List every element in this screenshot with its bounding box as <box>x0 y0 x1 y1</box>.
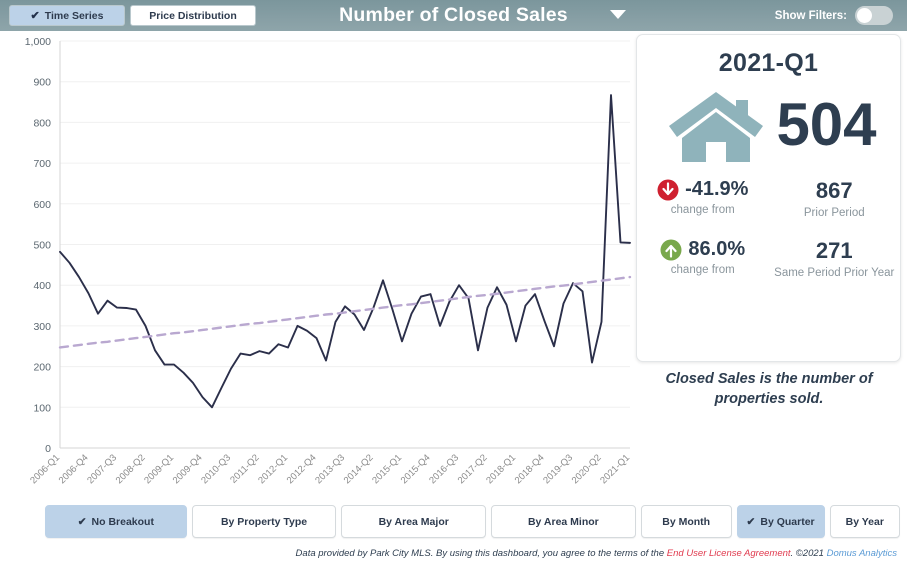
domus-analytics-link[interactable]: Domus Analytics <box>827 548 897 559</box>
tab-time-series-label: Time Series <box>44 9 104 22</box>
tab-price-distribution[interactable]: Price Distribution <box>130 5 256 26</box>
stat-prior-period: 867 Prior Period <box>769 178 901 220</box>
y-axis-tick: 500 <box>33 240 51 252</box>
x-axis-tick: 2012-Q1 <box>256 452 290 486</box>
toggle-knob <box>857 8 872 23</box>
x-axis-tick: 2006-Q1 <box>28 452 62 486</box>
x-axis-tick: 2010-Q3 <box>199 452 233 486</box>
check-icon: ✔ <box>746 515 756 528</box>
breakout-by-property-type-label: By Property Type <box>220 515 308 528</box>
y-axis-tick: 800 <box>33 117 51 129</box>
x-axis-tick: 2008-Q2 <box>114 452 148 486</box>
stat-change-prior-period: -41.9% change from <box>637 178 769 220</box>
metric-description: Closed Sales is the number of properties… <box>665 371 873 407</box>
y-axis-tick: 0 <box>45 443 51 455</box>
breakout-by-month-label: By Month <box>662 515 711 528</box>
breakout-by-month[interactable]: By Month <box>640 505 732 538</box>
y-axis-tick: 300 <box>33 321 51 333</box>
check-icon: ✔ <box>77 515 87 528</box>
y-axis-tick: 1,000 <box>25 36 51 48</box>
comparison-stats: -41.9% change from 867 Prior Period 86.0… <box>637 178 900 281</box>
stat-change-prior-period-value: -41.9% <box>685 178 749 200</box>
x-axis-tick: 2020-Q2 <box>570 452 604 486</box>
chart-series-closed-sales <box>59 94 631 409</box>
breakout-no-breakout[interactable]: ✔ No Breakout <box>45 505 187 538</box>
arrow-up-circle-icon <box>660 239 682 261</box>
y-axis-tick: 900 <box>33 77 51 89</box>
x-axis-tick: 2011-Q2 <box>228 452 261 485</box>
x-axis-tick: 2006-Q4 <box>57 452 91 486</box>
chart-canvas: 0 100 200 300 400 500 600 700 800 900 1,000 2006-Q1… <box>25 36 632 486</box>
footer-text-1: Data provided by Park City MLS. By using… <box>295 548 667 559</box>
breakout-by-area-major-label: By Area Major <box>378 515 449 528</box>
x-axis-tick: 2016-Q3 <box>427 452 461 486</box>
y-axis-tick: 600 <box>33 199 51 211</box>
page-title-text: Number of Closed Sales <box>339 4 568 26</box>
show-filters-toggle[interactable] <box>855 6 893 25</box>
x-axis-tick: 2019-Q3 <box>541 452 575 486</box>
y-axis-tick: 400 <box>33 280 51 292</box>
x-axis-tick: 2007-Q3 <box>85 452 119 486</box>
tab-time-series[interactable]: ✔ Time Series <box>9 5 125 26</box>
stat-change-prior-year-sub: change from <box>670 264 735 277</box>
top-bar: ✔ Time Series Price Distribution Number … <box>0 0 907 31</box>
eula-link[interactable]: End User License Agreement <box>667 548 791 559</box>
stat-prior-year-label: Same Period Prior Year <box>774 267 895 280</box>
house-icon <box>669 92 764 162</box>
chart-series-trend <box>58 275 632 349</box>
stat-prior-period-value: 867 <box>815 178 853 203</box>
breakout-by-area-major[interactable]: By Area Major <box>341 505 487 538</box>
headline-row: 504 <box>637 86 900 164</box>
dashboard-root: ✔ Time Series Price Distribution Number … <box>0 0 907 569</box>
breakout-by-year-label: By Year <box>845 515 884 528</box>
x-axis-tick: 2021-Q1 <box>598 452 632 486</box>
breakout-no-breakout-label: No Breakout <box>91 515 154 528</box>
y-axis-tick: 700 <box>33 158 51 170</box>
stat-prior-year: 271 Same Period Prior Year <box>769 238 901 280</box>
view-tab-group: ✔ Time Series Price Distribution <box>9 5 256 26</box>
chevron-down-icon[interactable] <box>610 10 626 19</box>
footer-disclaimer: Data provided by Park City MLS. By using… <box>296 548 897 559</box>
stat-change-prior-year: 86.0% change from <box>637 238 769 280</box>
summary-period: 2021-Q1 <box>718 49 819 77</box>
x-axis-tick: 2015-Q1 <box>370 452 404 486</box>
breakout-button-group: ✔ No Breakout By Property Type By Area M… <box>45 505 900 538</box>
breakout-by-area-minor[interactable]: By Area Minor <box>491 505 636 538</box>
breakout-by-quarter[interactable]: ✔ By Quarter <box>736 505 825 538</box>
check-icon: ✔ <box>30 10 40 22</box>
x-axis-tick: 2015-Q4 <box>399 452 433 486</box>
tab-price-distribution-label: Price Distribution <box>149 9 237 22</box>
x-axis-tick: 2014-Q2 <box>342 452 376 486</box>
stat-change-prior-period-sub: change from <box>670 204 735 216</box>
breakout-by-year[interactable]: By Year <box>829 505 900 538</box>
x-axis-tick: 2009-Q4 <box>171 452 205 486</box>
breakout-by-area-minor-label: By Area Minor <box>527 515 599 528</box>
breakout-by-quarter-label: By Quarter <box>760 515 815 528</box>
x-axis-tick: 2017-Q2 <box>456 452 490 486</box>
x-axis-tick: 2012-Q4 <box>285 452 319 486</box>
time-series-chart[interactable]: 0 100 200 300 400 500 600 700 800 900 1,000 2006-Q1… <box>0 31 632 501</box>
x-axis-tick: 2018-Q1 <box>484 452 518 486</box>
breakout-by-property-type[interactable]: By Property Type <box>191 505 337 538</box>
y-axis-tick: 100 <box>33 402 51 414</box>
footer-text-2: . ©2021 <box>790 548 827 559</box>
x-axis-tick: 2013-Q3 <box>313 452 347 486</box>
y-axis-tick: 200 <box>33 362 51 374</box>
stat-prior-year-value: 271 <box>815 238 853 264</box>
arrow-down-circle-icon <box>657 179 679 200</box>
show-filters-label: Show Filters: <box>774 9 847 22</box>
headline-value: 504 <box>776 91 877 158</box>
stat-change-prior-year-value: 86.0% <box>688 238 746 261</box>
x-axis-tick: 2018-Q4 <box>513 452 547 486</box>
x-axis-tick: 2009-Q1 <box>142 452 176 486</box>
summary-card: 2021-Q1 504 -41.9% change from 867 Prior… <box>636 34 901 362</box>
stat-prior-period-label: Prior Period <box>803 207 865 219</box>
show-filters-control: Show Filters: <box>775 0 893 31</box>
